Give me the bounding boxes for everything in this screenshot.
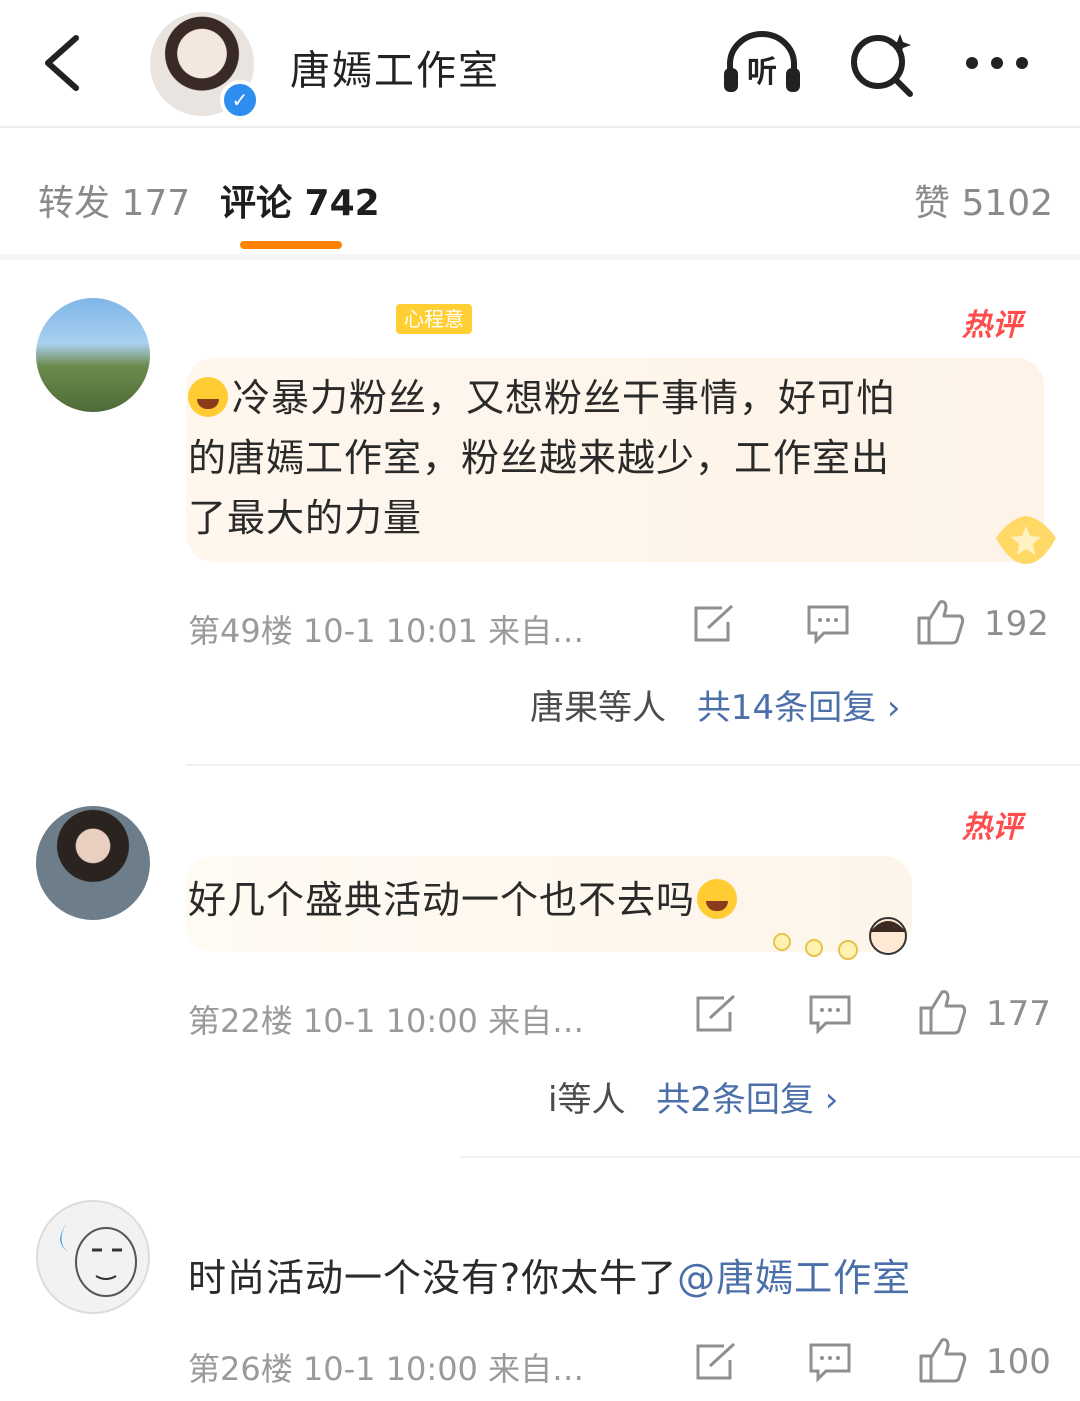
verified-badge-icon: ✓ xyxy=(220,80,260,120)
like-count: 100 xyxy=(986,1342,1051,1382)
reply-count-link[interactable]: 共2条回复 › xyxy=(656,1080,838,1120)
comment-icon[interactable] xyxy=(806,604,850,644)
reply-users: i等人 xyxy=(548,1080,626,1120)
comment-divider xyxy=(460,1156,1080,1158)
top-bar: ✓ 唐嫣工作室 听 xyxy=(0,0,1080,128)
more-dots-icon[interactable] xyxy=(962,48,1032,78)
avatar[interactable] xyxy=(36,806,150,920)
reply-summary[interactable]: 唐果等人 共14条回复 › xyxy=(530,680,900,729)
comment-item: 时尚活动一个没有?你太牛了@唐嫣工作室 第26楼 10-1 10:00 来自… … xyxy=(0,1160,1080,1401)
listen-label: 听 xyxy=(747,55,777,90)
comment-meta: 第49楼 10-1 10:01 来自… xyxy=(188,612,585,650)
comment-text: 冷暴力粉丝，又想粉丝干事情，好可怕 的唐嫣工作室，粉丝越来越少，工作室出 了最大… xyxy=(188,376,896,540)
comment-item: 心程意 热评 冷暴力粉丝，又想粉丝干事情，好可怕 的唐嫣工作室，粉丝越来越少，工… xyxy=(0,280,1080,764)
tab-bar: 转发 177 评论 742 赞 5102 xyxy=(0,128,1080,260)
search-sparkle-icon[interactable] xyxy=(848,28,918,98)
comment-text: 好几个盛典活动一个也不去吗 xyxy=(188,870,741,930)
page-title[interactable]: 唐嫣工作室 xyxy=(290,38,500,96)
hot-comment-badge: 热评 xyxy=(962,308,1022,343)
comment-icon[interactable] xyxy=(808,994,852,1034)
comment-meta: 第26楼 10-1 10:00 来自… xyxy=(188,1350,585,1388)
reply-users: 唐果等人 xyxy=(530,688,666,728)
reply-summary[interactable]: i等人 共2条回复 › xyxy=(548,1072,838,1121)
star-medal-icon xyxy=(996,516,1056,564)
like-count: 192 xyxy=(984,604,1049,644)
tab-likes[interactable]: 赞 5102 xyxy=(914,174,1053,226)
mention-link[interactable]: @唐嫣工作室 xyxy=(677,1256,911,1300)
like-count: 177 xyxy=(986,994,1051,1034)
flower-bee-decoration-icon xyxy=(773,917,907,960)
tab-reposts[interactable]: 转发 177 xyxy=(38,174,190,226)
active-tab-indicator xyxy=(240,241,342,249)
cartoon-face-icon xyxy=(60,1224,137,1297)
tab-comments[interactable]: 评论 742 xyxy=(220,174,380,226)
listen-headphones-icon[interactable]: 听 xyxy=(720,28,804,98)
repost-icon[interactable] xyxy=(694,994,738,1034)
fan-badge: 心程意 xyxy=(396,304,472,334)
repost-icon[interactable] xyxy=(692,604,736,644)
comment-item: 热评 好几个盛典活动一个也不去吗 第22楼 10-1 10:00 来自… 177… xyxy=(0,766,1080,1156)
comment-icon[interactable] xyxy=(808,1342,852,1382)
avatar[interactable] xyxy=(36,1200,150,1314)
hot-comment-badge: 热评 xyxy=(962,810,1022,845)
shocked-face-emoji-icon xyxy=(697,879,738,919)
reply-count-link[interactable]: 共14条回复 › xyxy=(697,688,901,728)
laughing-tears-emoji-icon xyxy=(188,377,228,417)
comment-text: 时尚活动一个没有?你太牛了@唐嫣工作室 xyxy=(188,1256,912,1300)
back-arrow-icon[interactable] xyxy=(36,28,96,98)
like-thumb-icon[interactable] xyxy=(916,598,966,646)
like-thumb-icon[interactable] xyxy=(918,1336,968,1384)
avatar[interactable] xyxy=(36,298,150,412)
repost-icon[interactable] xyxy=(694,1342,738,1382)
comment-meta: 第22楼 10-1 10:00 来自… xyxy=(188,1002,585,1040)
like-thumb-icon[interactable] xyxy=(918,988,968,1036)
